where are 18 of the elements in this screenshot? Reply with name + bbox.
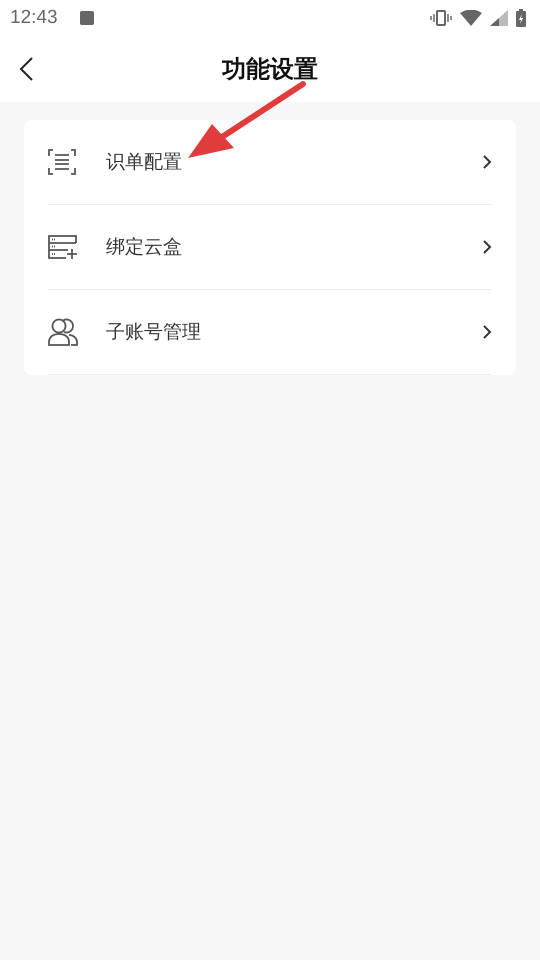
chevron-icon: [482, 324, 492, 340]
menu-label: 识单配置: [106, 150, 183, 175]
users-icon: [48, 318, 78, 346]
notification-icon: [80, 11, 94, 25]
server-add-icon: [48, 235, 78, 259]
chevron-icon: [482, 239, 492, 255]
vibrate-icon: [430, 10, 452, 26]
clock: 12:43: [10, 7, 58, 29]
signal-icon: [490, 10, 508, 26]
menu-label: 绑定云盒: [106, 235, 183, 260]
menu-item[interactable]: 绑定云盒: [48, 205, 492, 290]
chevron-icon: [482, 154, 492, 170]
menu-item[interactable]: 子账号管理: [48, 290, 492, 375]
menu-label: 子账号管理: [106, 320, 202, 345]
wifi-icon: [460, 10, 482, 26]
page-title: 功能设置: [222, 54, 318, 85]
battery-icon: [516, 9, 526, 27]
scan-icon: [48, 149, 76, 175]
